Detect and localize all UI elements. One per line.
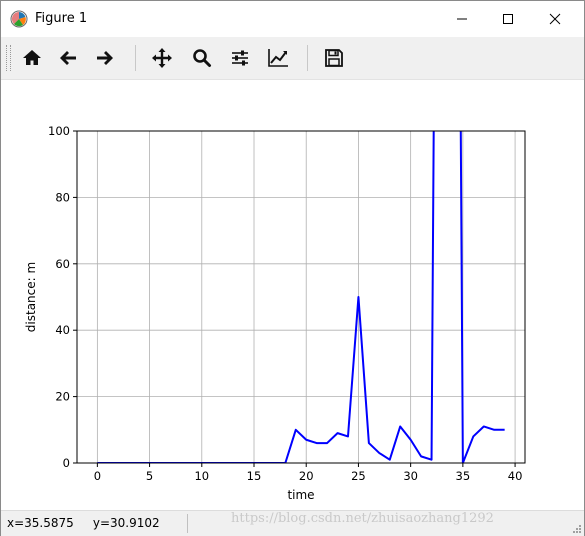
x-tick-label: 35 <box>456 469 471 483</box>
x-tick-label: 15 <box>247 469 262 483</box>
toolbar-separator <box>307 45 308 71</box>
navigation-toolbar <box>1 37 584 80</box>
sliders-icon <box>232 50 248 66</box>
back-button[interactable] <box>53 43 83 73</box>
watermark-text: https://blog.csdn.net/zhuisaozhang1292 <box>231 511 494 526</box>
status-bar: x=35.5875 y=30.9102 https://blog.csdn.ne… <box>1 510 584 536</box>
minimize-icon <box>457 18 467 20</box>
x-tick-label: 40 <box>508 469 523 483</box>
home-button[interactable] <box>17 43 47 73</box>
y-tick-label: 40 <box>55 323 70 337</box>
zoom-button[interactable] <box>187 43 217 73</box>
arrow-right-icon <box>97 51 113 65</box>
edit-axis-button[interactable] <box>263 43 293 73</box>
pan-button[interactable] <box>147 43 177 73</box>
maximize-button[interactable] <box>485 1 531 37</box>
matplotlib-app-icon <box>10 10 28 28</box>
move-icon <box>152 48 172 68</box>
x-axis-label: time <box>287 488 314 502</box>
save-button[interactable] <box>319 43 349 73</box>
maximize-icon <box>503 14 513 24</box>
x-tick-label: 5 <box>146 469 153 483</box>
y-tick-label: 0 <box>63 456 70 470</box>
subplots-button[interactable] <box>225 43 255 73</box>
magnifier-icon <box>193 49 211 67</box>
x-tick-label: 30 <box>403 469 418 483</box>
close-button[interactable] <box>532 1 578 37</box>
arrow-left-icon <box>60 51 76 65</box>
y-tick-label: 80 <box>55 190 70 204</box>
x-tick-label: 20 <box>299 469 314 483</box>
x-tick-label: 0 <box>94 469 101 483</box>
toolbar-separator <box>135 45 136 71</box>
y-tick-label: 60 <box>55 257 70 271</box>
minimize-button[interactable] <box>439 1 485 37</box>
forward-button[interactable] <box>90 43 120 73</box>
floppy-disk-icon <box>325 49 343 67</box>
series-line <box>97 131 505 463</box>
y-tick-label: 20 <box>55 390 70 404</box>
toolbar-grip[interactable] <box>6 45 11 71</box>
line-chart-icon <box>268 49 288 67</box>
status-divider <box>187 514 188 533</box>
y-tick-label: 100 <box>48 124 70 138</box>
resize-grip-icon[interactable] <box>572 524 582 534</box>
axes-frame <box>76 130 526 464</box>
title-bar[interactable]: Figure 1 <box>1 1 584 37</box>
window-title: Figure 1 <box>35 11 88 26</box>
cursor-coordinates: x=35.5875 y=30.9102 <box>7 516 160 530</box>
x-tick-label: 25 <box>351 469 366 483</box>
home-icon <box>23 50 41 65</box>
y-axis-label: distance: m <box>24 262 38 332</box>
line-chart[interactable]: 0 5 10 15 20 25 30 35 40 0 20 40 60 80 100 time distance… <box>1 80 584 510</box>
x-tick-label: 10 <box>194 469 209 483</box>
figure-canvas[interactable]: 0 5 10 15 20 25 30 35 40 0 20 40 60 80 100 time distance… <box>1 80 584 510</box>
figure-window: Figure 1 0 5 10 15 20 25 30 35 40 0 20 4… <box>0 0 585 536</box>
close-icon <box>549 13 561 25</box>
